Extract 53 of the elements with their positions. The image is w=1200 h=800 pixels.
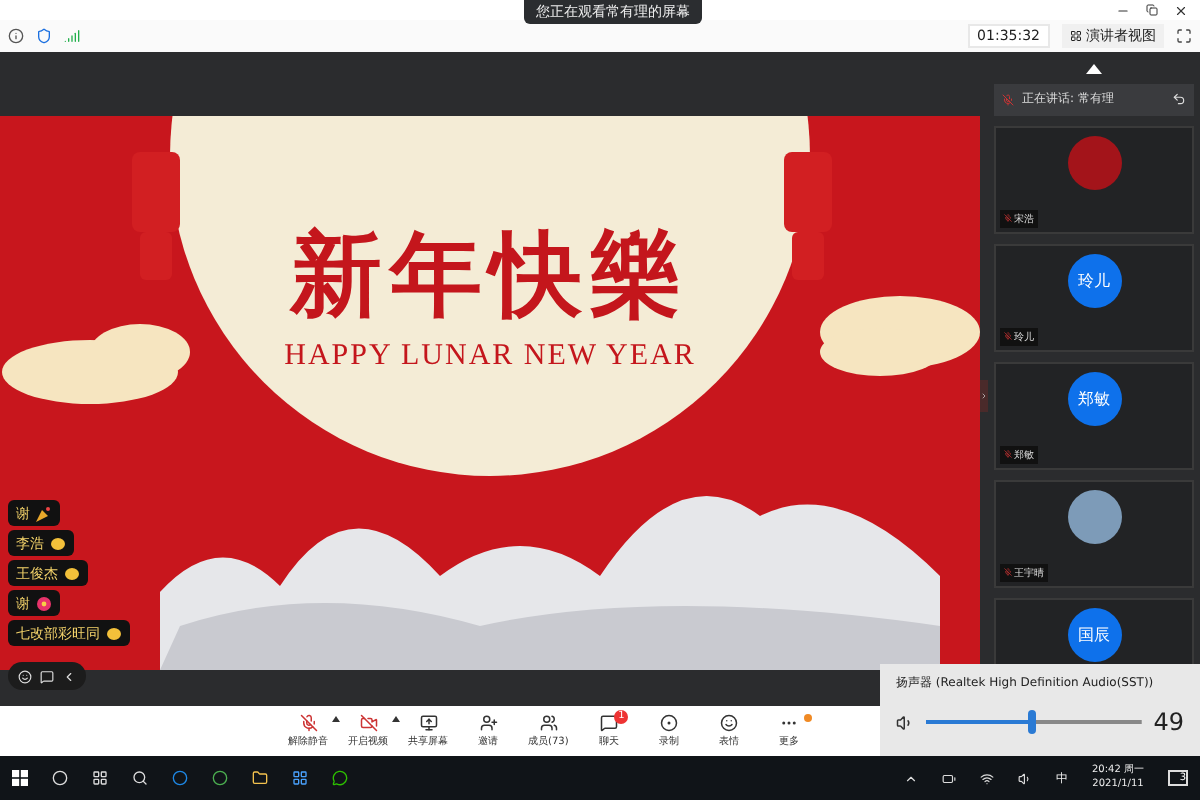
network-icon[interactable] — [980, 771, 994, 785]
caret-icon[interactable] — [392, 716, 400, 722]
windows-logo-icon[interactable] — [12, 770, 28, 786]
smiley-icon[interactable] — [18, 669, 32, 683]
users-icon — [539, 714, 558, 732]
mic-off-icon — [1004, 568, 1012, 577]
task-view-icon[interactable] — [92, 770, 108, 786]
party-popper-icon — [36, 505, 52, 521]
user-plus-icon — [479, 714, 497, 732]
folder-icon[interactable] — [252, 770, 268, 786]
store-icon[interactable] — [292, 770, 308, 786]
collapse-icon[interactable] — [62, 669, 76, 683]
video-off-icon — [359, 714, 377, 732]
volume-reading: 49 — [1153, 708, 1184, 736]
avatar-initials: 国辰 — [1067, 607, 1121, 662]
slide-title: 新年快樂 — [290, 220, 690, 328]
avatar-initials: 玲儿 — [1067, 253, 1121, 308]
chat-icon[interactable] — [40, 669, 54, 683]
lantern-drawing — [784, 152, 832, 280]
avatar-image — [1067, 135, 1121, 190]
mic-off-icon — [1002, 93, 1014, 106]
battery-icon[interactable] — [942, 771, 956, 785]
monitor-icon — [419, 714, 437, 732]
mic-off-icon — [299, 714, 317, 732]
chat-app-icon[interactable] — [332, 770, 348, 786]
grid-icon — [1070, 30, 1082, 42]
mic-off-icon — [1004, 332, 1012, 341]
speaker-icon[interactable] — [896, 713, 914, 731]
tray-caret-icon[interactable] — [904, 771, 918, 785]
chat-icon — [599, 714, 618, 732]
lantern-drawing — [132, 152, 180, 280]
slide-subtitle: HAPPY LUNAR NEW YEAR — [284, 340, 696, 374]
flower-icon — [36, 595, 52, 611]
triangle-icon[interactable] — [1086, 64, 1102, 74]
smiley-icon — [719, 714, 738, 732]
fullscreen-icon[interactable] — [1176, 28, 1192, 44]
restore-icon[interactable] — [1146, 4, 1158, 16]
record-icon — [659, 714, 678, 732]
clapping-hands-icon — [106, 625, 122, 641]
caret-icon[interactable] — [332, 716, 340, 722]
mic-off-icon — [1004, 214, 1012, 223]
shield-icon[interactable] — [36, 28, 52, 44]
app-icon[interactable] — [212, 770, 228, 786]
mic-off-icon — [1004, 450, 1012, 459]
back-icon[interactable] — [1172, 92, 1186, 107]
info-icon[interactable] — [8, 28, 24, 44]
volume-icon[interactable] — [1018, 771, 1032, 785]
close-icon[interactable] — [1174, 3, 1188, 17]
photo-placeholder — [1067, 489, 1121, 544]
volume-thumb[interactable] — [1027, 710, 1036, 734]
signal-icon[interactable] — [64, 28, 80, 44]
avatar-initials: 郑敏 — [1067, 371, 1121, 426]
magnifier-icon[interactable] — [132, 770, 148, 786]
